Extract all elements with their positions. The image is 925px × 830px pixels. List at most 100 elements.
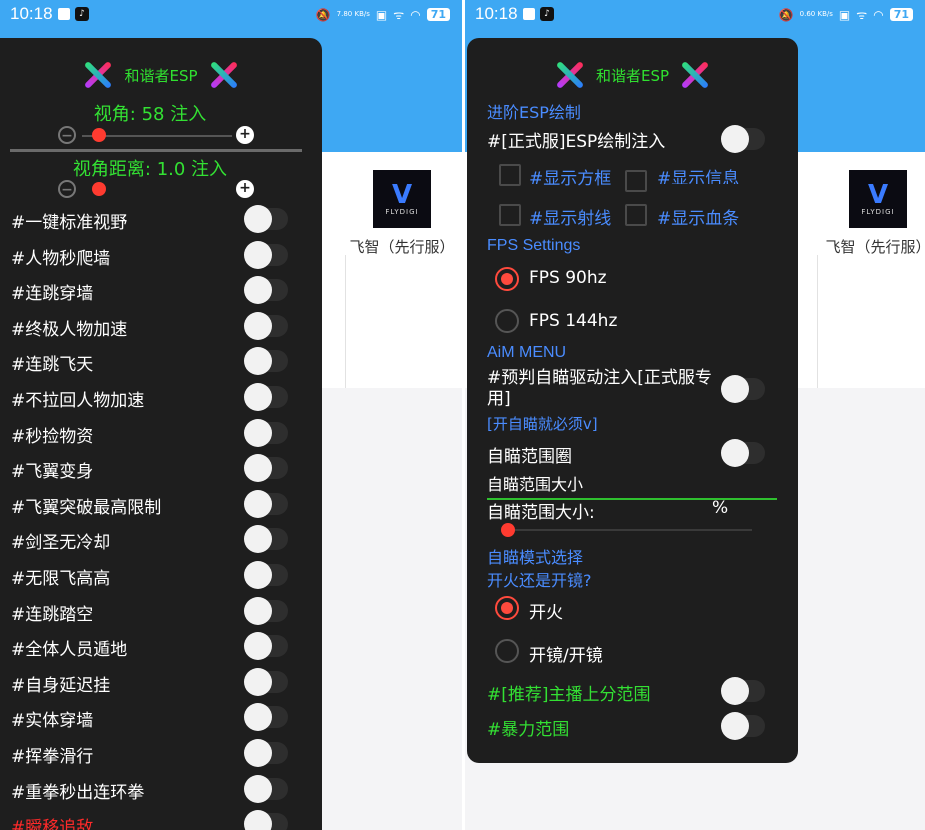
- feature-toggle[interactable]: [244, 774, 288, 803]
- aim-note: [开自瞄就必须v]: [487, 415, 598, 433]
- feature-row: #秒捡物资: [0, 416, 322, 450]
- feature-toggle[interactable]: [244, 311, 288, 340]
- feature-toggle[interactable]: [244, 489, 288, 518]
- checkbox-show-info-label: #显示信息: [657, 169, 740, 184]
- app-card-name: 飞智（先行服）: [825, 238, 925, 256]
- feature-toggle[interactable]: [244, 418, 288, 447]
- fov-distance-decrease-button[interactable]: −: [58, 180, 76, 198]
- feature-label: #人物秒爬墙: [11, 248, 111, 269]
- feature-label: #挥拳滑行: [11, 747, 94, 767]
- fov-distance-slider-thumb[interactable]: [92, 182, 106, 196]
- feature-row: #飞翼突破最高限制: [0, 487, 322, 521]
- feature-label: #终极人物加速: [11, 319, 128, 340]
- feature-row: #瞬移追敌: [0, 807, 322, 830]
- violent-range-toggle[interactable]: [721, 712, 765, 740]
- fps-90-radio[interactable]: [495, 267, 519, 291]
- feature-label: #不拉回人物加速: [11, 391, 145, 411]
- feature-toggle[interactable]: [244, 561, 288, 589]
- mode-fire-radio[interactable]: [495, 596, 519, 620]
- checkbox-show-line-label: #显示射线: [529, 209, 612, 229]
- tiktok-icon: ♪: [540, 7, 554, 21]
- feature-row: #自身延迟挂: [0, 665, 322, 699]
- feature-toggle[interactable]: [244, 240, 288, 269]
- aim-size-unit: %: [712, 498, 729, 518]
- aim-circle-label: 自瞄范围圈: [487, 447, 572, 467]
- checkbox-show-health[interactable]: [625, 204, 647, 226]
- feature-row: #飞翼变身: [0, 451, 322, 485]
- feature-toggle[interactable]: [244, 454, 288, 483]
- feature-label: #一键标准视野: [11, 213, 128, 233]
- checkbox-show-line[interactable]: [499, 204, 521, 226]
- feature-row: #连跳穿墙: [0, 273, 322, 307]
- feature-toggle[interactable]: [244, 596, 288, 625]
- x-logo-icon: [555, 60, 585, 90]
- checkbox-show-health-label: #显示血条: [657, 209, 740, 229]
- feature-label: #秒捡物资: [11, 426, 94, 447]
- feature-toggle[interactable]: [244, 347, 288, 376]
- fps-90-label: FPS 90hz: [529, 268, 607, 288]
- toggle-knob: [244, 667, 272, 696]
- feature-toggle[interactable]: [244, 205, 288, 233]
- feature-toggle[interactable]: [244, 667, 288, 696]
- feature-toggle[interactable]: [244, 525, 288, 554]
- status-time: 10:18: [475, 4, 518, 23]
- toggle-knob: [244, 276, 272, 305]
- toggle-knob: [244, 774, 272, 803]
- esp-menu-panel: 和谐者ESP 视角: 58 注入 − + 视角距离: 1.0 注入 − + #一…: [0, 38, 322, 830]
- feature-toggle[interactable]: [244, 739, 288, 767]
- feature-toggle[interactable]: [244, 810, 288, 830]
- mode-scope-radio[interactable]: [495, 639, 519, 663]
- violent-range-label: #暴力范围: [487, 720, 570, 740]
- aim-predict-toggle[interactable]: [721, 375, 765, 403]
- mode-section-title: 自瞄模式选择: [487, 548, 584, 567]
- mute-icon: 🔕: [778, 7, 794, 22]
- menu-divider: [10, 149, 302, 152]
- signal-icon: ᯤ: [856, 8, 868, 22]
- feature-label: #连跳踏空: [11, 604, 94, 625]
- aim-size-label: 自瞄范围大小:: [487, 503, 595, 523]
- tiktok-icon: ♪: [75, 7, 89, 21]
- toggle-knob: [244, 561, 272, 589]
- network-speed: 0.60 KB/s: [799, 10, 833, 18]
- fps-section-title: FPS Settings: [487, 237, 581, 254]
- feature-label: #连跳飞天: [11, 355, 94, 376]
- app-card-flydigi[interactable]: V FLYDIGI 飞智（先行服）: [818, 160, 925, 257]
- feature-label: #飞翼变身: [11, 462, 94, 483]
- fov-slider-thumb[interactable]: [92, 128, 106, 142]
- feature-toggle[interactable]: [244, 383, 288, 411]
- x-logo-icon: [83, 60, 113, 90]
- fov-increase-button[interactable]: +: [236, 126, 254, 144]
- aim-circle-toggle[interactable]: [721, 439, 765, 467]
- flydigi-logo: V FLYDIGI: [849, 170, 907, 228]
- feature-row: #一键标准视野: [0, 202, 322, 236]
- checkbox-show-box[interactable]: [499, 164, 521, 186]
- wifi-icon: ◠: [410, 7, 421, 22]
- feature-label: #实体穿墙: [11, 711, 94, 732]
- aim-size-slider-track[interactable]: [507, 529, 752, 531]
- menu-title: 和谐者ESP: [595, 66, 670, 85]
- app-card-flydigi[interactable]: V FLYDIGI 飞智（先行服）: [342, 160, 462, 257]
- fov-decrease-button[interactable]: −: [58, 126, 76, 144]
- aim-size-slider-thumb[interactable]: [501, 523, 515, 537]
- esp-inject-toggle[interactable]: [721, 125, 765, 153]
- grid-divider: [817, 255, 818, 388]
- mute-icon: 🔕: [315, 7, 331, 22]
- toggle-knob: [244, 205, 272, 233]
- feature-toggle[interactable]: [244, 632, 288, 661]
- feature-toggle[interactable]: [244, 276, 288, 305]
- feature-toggle[interactable]: [244, 703, 288, 732]
- flydigi-v-icon: V: [391, 180, 413, 210]
- battery-indicator: 71: [426, 8, 450, 21]
- toggle-knob: [244, 632, 272, 661]
- status-time: 10:18: [10, 4, 53, 23]
- checkbox-show-info[interactable]: [625, 170, 647, 192]
- fov-distance-increase-button[interactable]: +: [236, 180, 254, 198]
- feature-row: #重拳秒出连环拳: [0, 772, 322, 806]
- x-logo-icon: [680, 60, 710, 90]
- aim-size-input[interactable]: 自瞄范围大小: [487, 471, 777, 500]
- menu-header: 和谐者ESP: [0, 60, 322, 90]
- notification-icon: [523, 8, 535, 20]
- recommend-range-toggle[interactable]: [721, 677, 765, 705]
- fps-144-radio[interactable]: [495, 309, 519, 333]
- toggle-knob: [244, 703, 272, 732]
